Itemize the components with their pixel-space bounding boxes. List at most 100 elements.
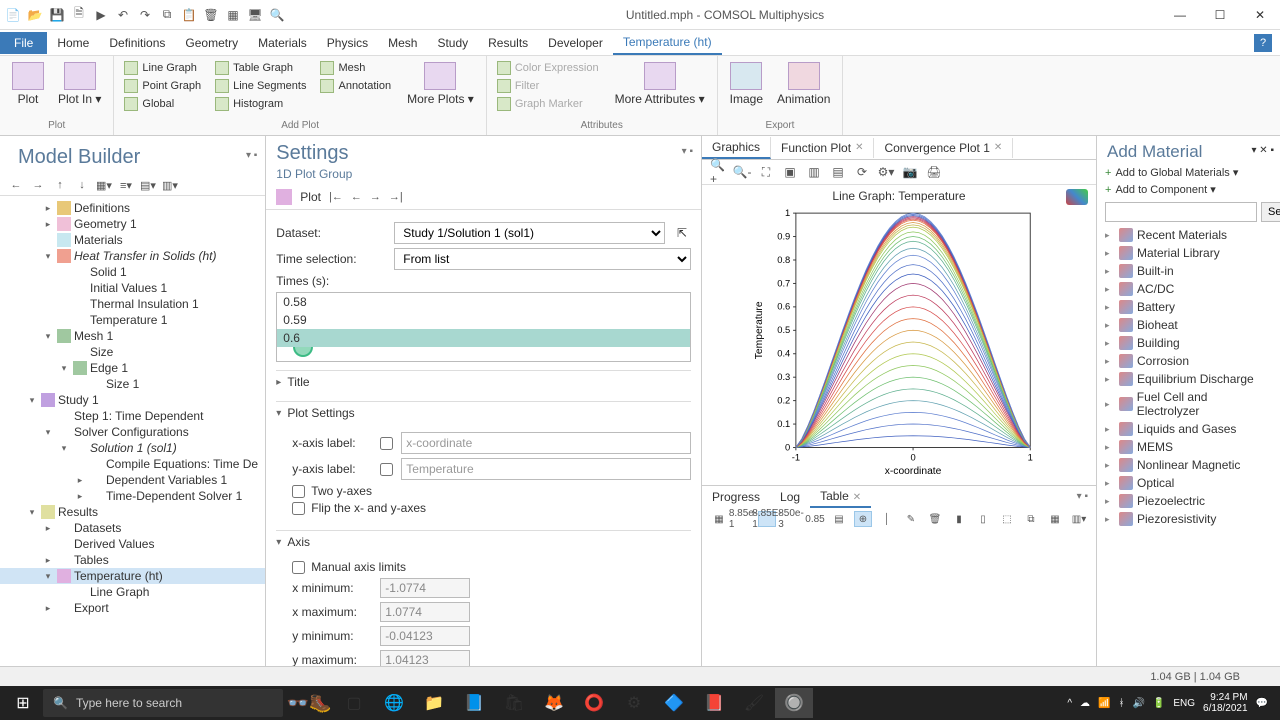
tray-chevron-icon[interactable]: ^ — [1067, 698, 1072, 709]
material-search-button[interactable]: Search — [1261, 202, 1280, 222]
qat-select-icon[interactable]: ▦ — [224, 6, 242, 24]
tree-solution-1---sol1-[interactable]: ▾Solution 1 (sol1) — [0, 440, 265, 456]
material-nonlinearmagnetic[interactable]: ▸Nonlinear Magnetic — [1097, 456, 1280, 474]
menu-physics[interactable]: Physics — [317, 32, 378, 54]
help-button[interactable]: ? — [1254, 34, 1272, 52]
nav-back-icon[interactable]: ← — [8, 177, 24, 193]
section-plot-settings[interactable]: ▾Plot Settings — [276, 401, 691, 424]
menu-geometry[interactable]: Geometry — [175, 32, 248, 54]
table-tool-9[interactable]: 🗑 — [926, 511, 944, 527]
btab-progress[interactable]: Progress — [702, 487, 770, 507]
btab-table[interactable]: Table✕ — [810, 486, 871, 508]
tree-tables[interactable]: ▸Tables — [0, 552, 265, 568]
two-y-checkbox[interactable] — [292, 485, 305, 498]
table-tool-11[interactable]: ▯ — [974, 511, 992, 527]
table-tool-0[interactable]: ▦ — [710, 511, 728, 527]
close-icon[interactable]: ✕ — [855, 142, 863, 153]
panel-close-icon[interactable]: ▾ ✕ ▪ — [1251, 145, 1280, 156]
qat-open-icon[interactable]: 📂 — [26, 6, 44, 24]
close-button[interactable]: ✕ — [1240, 0, 1280, 30]
menu-study[interactable]: Study — [427, 32, 478, 54]
tree-derived-values[interactable]: Derived Values — [0, 536, 265, 552]
explorer-icon[interactable]: 📁 — [415, 688, 453, 718]
menu-developer[interactable]: Developer — [538, 32, 613, 54]
time-selection-select[interactable]: From list — [394, 248, 691, 270]
menu-mesh[interactable]: Mesh — [378, 32, 427, 54]
more-attributes-button[interactable]: More Attributes ▾ — [611, 60, 709, 112]
minimize-button[interactable]: — — [1160, 0, 1200, 30]
table-tool-6[interactable]: ⊕ — [854, 511, 872, 527]
menu-results[interactable]: Results — [478, 32, 538, 54]
tree-initial-values-1[interactable]: Initial Values 1 — [0, 280, 265, 296]
next-icon[interactable]: → — [370, 191, 381, 203]
material-bioheat[interactable]: ▸Bioheat — [1097, 316, 1280, 334]
add-to-globals[interactable]: +Add to Global Materials ▾ — [1097, 164, 1280, 181]
image-button[interactable]: Image — [726, 60, 767, 108]
cloud-icon[interactable]: ☁ — [1080, 698, 1090, 709]
volume-icon[interactable]: 🔊 — [1132, 698, 1144, 709]
material-search-input[interactable] — [1105, 202, 1257, 222]
firefox-icon[interactable]: 🦊 — [535, 688, 573, 718]
filter-icon[interactable]: ▥▾ — [162, 177, 178, 193]
ribbon-linesegments[interactable]: Line Segments — [213, 78, 308, 94]
grid-x-icon[interactable]: ▥ — [806, 164, 822, 180]
zoom-box-icon[interactable]: ▣ — [782, 164, 798, 180]
time-option[interactable]: 0.59 — [277, 311, 690, 329]
edge-icon[interactable]: 🌐 — [375, 688, 413, 718]
qat-desktop-icon[interactable]: 🖥 — [246, 6, 264, 24]
task-view-icon[interactable]: ▢ — [335, 688, 373, 718]
tree-step-1--time-dependent[interactable]: Step 1: Time Dependent — [0, 408, 265, 424]
material-equilibriumdischarge[interactable]: ▸Equilibrium Discharge — [1097, 370, 1280, 388]
qat-delete-icon[interactable]: 🗑 — [202, 6, 220, 24]
menu-temperatureht[interactable]: Temperature (ht) — [613, 31, 722, 55]
nav-fwd-icon[interactable]: → — [30, 177, 46, 193]
tree-materials[interactable]: Materials — [0, 232, 265, 248]
material-materiallibrary[interactable]: ▸Material Library — [1097, 244, 1280, 262]
material-optical[interactable]: ▸Optical — [1097, 474, 1280, 492]
tree-temperature--ht-[interactable]: ▾Temperature (ht) — [0, 568, 265, 584]
qat-redo-icon[interactable]: ↷ — [136, 6, 154, 24]
menu-home[interactable]: Home — [47, 32, 99, 54]
acrobat-icon[interactable]: 📕 — [695, 688, 733, 718]
settings-icon[interactable]: ⚙ — [615, 688, 653, 718]
tree-dependent-variables-1[interactable]: ▸Dependent Variables 1 — [0, 472, 265, 488]
material-builtin[interactable]: ▸Built-in — [1097, 262, 1280, 280]
zoom-in-icon[interactable]: 🔍+ — [710, 164, 726, 180]
ymax-input[interactable] — [380, 650, 470, 666]
comsol-icon[interactable]: 🔘 — [775, 688, 813, 718]
vscode-icon[interactable]: 🔷 — [655, 688, 693, 718]
paint-icon[interactable]: 🖌 — [735, 688, 773, 718]
dataset-select[interactable]: Study 1/Solution 1 (sol1) — [394, 222, 665, 244]
table-tool-15[interactable]: ▥▾ — [1070, 511, 1088, 527]
tree-compile-equations--time-de[interactable]: Compile Equations: Time De — [0, 456, 265, 472]
ribbon-pointgraph[interactable]: Point Graph — [122, 78, 203, 94]
plot-in-button[interactable]: Plot In ▾ — [54, 60, 105, 108]
tree-line-graph[interactable]: Line Graph — [0, 584, 265, 600]
material-piezoresistivity[interactable]: ▸Piezoresistivity — [1097, 510, 1280, 528]
xmax-input[interactable] — [380, 602, 470, 622]
qat-saveas-icon[interactable]: 🗎 — [70, 6, 88, 24]
xaxis-input[interactable] — [401, 432, 691, 454]
tree-solid-1[interactable]: Solid 1 — [0, 264, 265, 280]
qat-undo-icon[interactable]: ↶ — [114, 6, 132, 24]
grid-y-icon[interactable]: ▤ — [830, 164, 846, 180]
material-acdc[interactable]: ▸AC/DC — [1097, 280, 1280, 298]
weather-icon[interactable]: 👓🥾 — [287, 693, 332, 714]
battery-icon[interactable]: 🔋 — [1153, 698, 1165, 709]
tree-heat-transfer-in-solids---ht-[interactable]: ▾Heat Transfer in Solids (ht) — [0, 248, 265, 264]
table-tool-3[interactable]: 850e-3 — [782, 511, 800, 527]
tree-mesh-1[interactable]: ▾Mesh 1 — [0, 328, 265, 344]
panel-collapse-icon[interactable]: ▾ ▪ — [682, 146, 701, 157]
table-tool-7[interactable]: │ — [878, 511, 896, 527]
material-fuelcellandelectrolyzer[interactable]: ▸Fuel Cell and Electrolyzer — [1097, 388, 1280, 420]
qat-new-icon[interactable]: 📄 — [4, 6, 22, 24]
tree-edge-1[interactable]: ▾Edge 1 — [0, 360, 265, 376]
ymin-input[interactable] — [380, 626, 470, 646]
xmin-input[interactable] — [380, 578, 470, 598]
print-icon[interactable]: 🖨 — [926, 164, 942, 180]
prev-icon[interactable]: ← — [351, 191, 362, 203]
collapse-icon[interactable]: ▾ ▪ — [246, 150, 257, 161]
material-liquidsandgases[interactable]: ▸Liquids and Gases — [1097, 420, 1280, 438]
time-option[interactable]: 0.6 — [277, 329, 690, 347]
animation-button[interactable]: Animation — [773, 60, 834, 108]
